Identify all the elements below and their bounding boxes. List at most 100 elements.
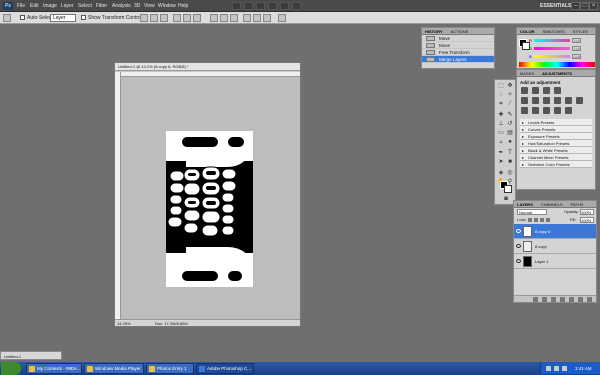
menu-layer[interactable]: Layer — [61, 2, 74, 10]
menu-3d[interactable]: 3D — [134, 2, 140, 10]
fill-field[interactable]: 100% — [580, 217, 594, 223]
canvas-pasteboard[interactable] — [121, 77, 300, 320]
tab-swatches[interactable]: SWATCHES — [542, 28, 564, 34]
curves-icon[interactable] — [543, 87, 550, 94]
lock-all-icon[interactable] — [546, 218, 550, 222]
gradient-tool-icon[interactable]: ▤ — [506, 129, 514, 137]
lasso-tool-icon[interactable]: ◌ — [497, 91, 505, 99]
3d-rotate-icon[interactable]: ◈ — [497, 169, 505, 177]
zoom-level-icon[interactable] — [256, 2, 265, 10]
distribute-top-icon[interactable] — [210, 14, 218, 22]
document-info[interactable]: Doc: 17.2M/8.82M — [155, 320, 188, 327]
history-item[interactable]: Move — [422, 42, 494, 49]
tab-channels[interactable]: CHANNELS — [541, 201, 563, 207]
new-group-icon[interactable] — [569, 297, 574, 302]
tray-network-icon[interactable] — [546, 366, 551, 371]
preset-item[interactable]: Exposure Presets — [520, 133, 592, 140]
minimized-document[interactable]: Untitled-1 — [0, 351, 62, 360]
color-balance-icon[interactable] — [543, 97, 550, 104]
layer-name[interactable]: 8 copy 6 — [535, 229, 550, 234]
preset-item[interactable]: Hue/Saturation Presets — [520, 140, 592, 147]
preset-item[interactable]: Curves Presets — [520, 126, 592, 133]
layer-row[interactable]: Layer 1 — [514, 254, 596, 269]
brightness-contrast-icon[interactable] — [521, 87, 528, 94]
preset-item[interactable]: Black & White Presets — [520, 147, 592, 154]
lock-pixels-icon[interactable] — [534, 218, 538, 222]
distribute-right-icon[interactable] — [263, 14, 271, 22]
tab-masks[interactable]: MASKS — [520, 70, 534, 76]
quick-mask-icon[interactable]: ◙ — [502, 195, 510, 203]
layer-row[interactable]: 8 copy — [514, 239, 596, 254]
path-selection-icon[interactable]: ➤ — [497, 158, 505, 166]
tab-styles[interactable]: STYLES — [573, 28, 588, 34]
channel-mixer-icon[interactable] — [576, 97, 583, 104]
taskbar-item[interactable]: My Contests - 99De... — [26, 363, 82, 374]
type-tool-icon[interactable]: T — [506, 149, 514, 157]
maximize-button[interactable]: □ — [580, 2, 589, 10]
zoom-level[interactable]: 14.29% — [117, 320, 131, 327]
green-value[interactable]: 255 — [572, 46, 581, 51]
align-hcenter-icon[interactable] — [183, 14, 191, 22]
delete-layer-icon[interactable] — [587, 297, 592, 302]
screen-mode-icon[interactable] — [292, 2, 301, 10]
align-left-icon[interactable] — [173, 14, 181, 22]
blue-slider[interactable]: B 255 — [529, 54, 581, 59]
align-vcenter-icon[interactable] — [150, 14, 158, 22]
green-slider[interactable]: G 255 — [529, 46, 581, 51]
auto-align-icon[interactable] — [278, 14, 286, 22]
color-spectrum-ramp[interactable] — [519, 62, 595, 67]
move-tool-icon[interactable]: ✥ — [506, 82, 514, 90]
blur-tool-icon[interactable]: ▵ — [497, 138, 505, 146]
layer-row[interactable]: 8 copy 6 — [514, 224, 596, 239]
align-bottom-icon[interactable] — [160, 14, 168, 22]
eraser-tool-icon[interactable]: ▭ — [497, 129, 505, 137]
tab-actions[interactable]: ACTIONS — [451, 28, 469, 34]
align-top-icon[interactable] — [140, 14, 148, 22]
distribute-center-icon[interactable] — [220, 14, 228, 22]
move-tool-icon[interactable] — [3, 14, 11, 22]
menu-select[interactable]: Select — [78, 2, 92, 10]
arrange-documents-icon[interactable] — [280, 2, 289, 10]
hue-saturation-icon[interactable] — [532, 97, 539, 104]
brush-tool-icon[interactable]: ✎ — [506, 111, 514, 119]
blend-mode-dropdown[interactable]: Normal — [517, 209, 547, 215]
align-right-icon[interactable] — [193, 14, 201, 22]
red-slider[interactable]: R 255 — [529, 38, 581, 43]
taskbar-item-active[interactable]: Adobe Photoshop C... — [196, 363, 254, 374]
photo-filter-icon[interactable] — [565, 97, 572, 104]
marquee-tool-icon[interactable]: ⬚ — [497, 82, 505, 90]
dodge-tool-icon[interactable]: ● — [506, 138, 514, 146]
menu-window[interactable]: Window — [158, 2, 176, 10]
crop-tool-icon[interactable]: ⌗ — [497, 100, 505, 108]
vibrance-icon[interactable] — [521, 97, 528, 104]
menu-image[interactable]: Image — [43, 2, 57, 10]
tab-color[interactable]: COLOR — [520, 28, 534, 34]
threshold-icon[interactable] — [543, 107, 550, 114]
posterize-icon[interactable] — [532, 107, 539, 114]
menu-view[interactable]: View — [144, 2, 155, 10]
exposure-icon[interactable] — [554, 87, 561, 94]
canvas-artwork[interactable] — [166, 131, 253, 287]
history-item[interactable]: Free Transform — [422, 49, 494, 56]
visibility-eye-icon[interactable] — [516, 244, 521, 248]
auto-select-dropdown[interactable]: Layer — [50, 14, 76, 22]
taskbar-clock[interactable]: 3:41 AM — [575, 363, 592, 374]
workspace-switcher[interactable]: ESSENTIALS ▾ — [540, 2, 575, 10]
history-item[interactable]: Move — [422, 35, 494, 42]
preset-item[interactable]: Channel Mixer Presets — [520, 154, 592, 161]
taskbar-item[interactable]: Photos Entry 1 — [146, 363, 194, 374]
magic-wand-icon[interactable]: ✧ — [506, 91, 514, 99]
preset-item[interactable]: Selective Color Presets — [520, 161, 592, 168]
link-layers-icon[interactable] — [533, 297, 538, 302]
distribute-bottom-icon[interactable] — [230, 14, 238, 22]
menu-analysis[interactable]: Analysis — [112, 2, 131, 10]
new-layer-icon[interactable] — [578, 297, 583, 302]
close-button[interactable]: × — [589, 2, 598, 10]
lock-transparency-icon[interactable] — [528, 218, 532, 222]
add-mask-icon[interactable] — [551, 297, 556, 302]
levels-icon[interactable] — [532, 87, 539, 94]
tab-adjustments[interactable]: ADJUSTMENTS — [542, 70, 572, 76]
blue-value[interactable]: 255 — [572, 54, 581, 59]
visibility-eye-icon[interactable] — [516, 229, 521, 233]
minimize-button[interactable]: – — [571, 2, 580, 10]
